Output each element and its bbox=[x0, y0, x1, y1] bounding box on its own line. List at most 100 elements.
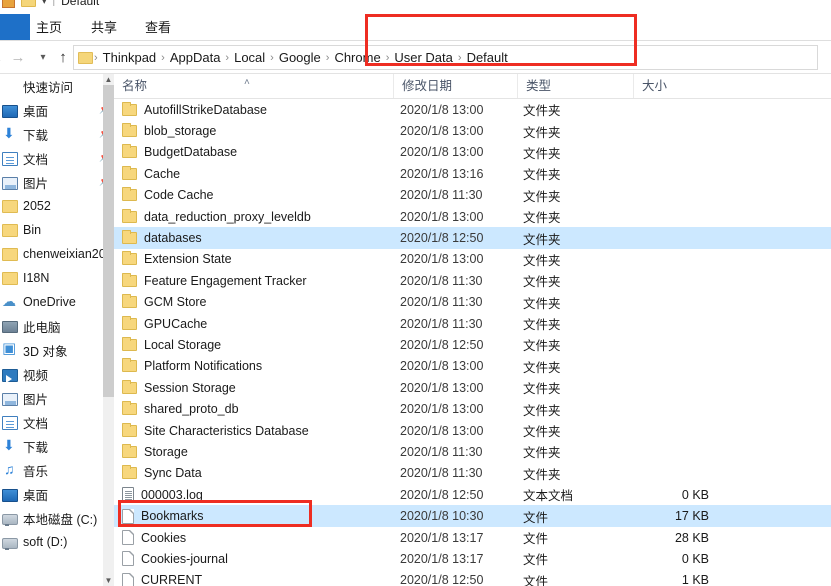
file-name-label: GCM Store bbox=[144, 295, 207, 310]
sidebar-item-8[interactable]: I18N bbox=[0, 266, 113, 290]
tab-file[interactable] bbox=[0, 14, 30, 40]
table-row[interactable]: Sync Data 2020/1/8 11:30 文件夹 bbox=[114, 463, 831, 484]
sidebar-item-10[interactable]: 此电脑 bbox=[0, 314, 113, 338]
table-row[interactable]: Feature Engagement Tracker 2020/1/8 11:30… bbox=[114, 270, 831, 291]
sidebar-scroll-thumb[interactable] bbox=[103, 85, 114, 397]
column-header-size[interactable]: 大小 bbox=[633, 74, 713, 98]
cell-type: 文件夹 bbox=[523, 318, 561, 333]
file-rows[interactable]: AutofillStrikeDatabase 2020/1/8 13:00 文件夹 b… bbox=[114, 99, 831, 586]
tab-home[interactable]: 主页 bbox=[30, 18, 68, 38]
folder-icon bbox=[2, 248, 18, 261]
table-row[interactable]: Extension State 2020/1/8 13:00 文件夹 bbox=[114, 249, 831, 270]
sidebar-scrollbar[interactable]: ▲ ▼ bbox=[103, 74, 114, 586]
scroll-up-icon[interactable]: ▲ bbox=[103, 74, 114, 85]
download-icon bbox=[2, 437, 18, 454]
file-name-label: BudgetDatabase bbox=[144, 145, 238, 160]
table-row[interactable]: GCM Store 2020/1/8 11:30 文件夹 bbox=[114, 292, 831, 313]
file-icon bbox=[122, 530, 134, 545]
forward-button-icon[interactable]: → bbox=[8, 48, 28, 68]
table-row[interactable]: blob_storage 2020/1/8 13:00 文件夹 bbox=[114, 120, 831, 141]
sidebar-item-12[interactable]: 视频 bbox=[0, 362, 113, 386]
breadcrumb-item-thinkpad[interactable]: Thinkpad bbox=[99, 47, 160, 69]
chevron-down-icon[interactable]: ▾ bbox=[42, 0, 47, 6]
sidebar-item-3[interactable]: 文档📌 bbox=[0, 146, 113, 170]
folder-icon bbox=[122, 230, 137, 245]
navigation-bar: ← → ▾ ↑ › Thinkpad › AppData › Local › G… bbox=[0, 41, 831, 74]
cell-date: 2020/1/8 13:00 bbox=[400, 209, 484, 224]
sidebar-item-13[interactable]: 图片 bbox=[0, 386, 113, 410]
cell-date: 2020/1/8 12:50 bbox=[400, 487, 484, 502]
column-header-name[interactable]: 名称 ˄ bbox=[114, 74, 393, 98]
sidebar-item-1[interactable]: 桌面📌 bbox=[0, 98, 113, 122]
cell-date: 2020/1/8 11:30 bbox=[400, 295, 483, 310]
sidebar-item-label: 图片 bbox=[23, 392, 49, 407]
table-row[interactable]: 000003.log 2020/1/8 12:50 文本文档 0 KB bbox=[114, 484, 831, 505]
table-row[interactable]: BudgetDatabase 2020/1/8 13:00 文件夹 bbox=[114, 142, 831, 163]
sidebar-item-0[interactable]: 快速访问 bbox=[0, 74, 113, 98]
sidebar-item-5[interactable]: 2052 bbox=[0, 194, 113, 218]
table-row[interactable]: Cache 2020/1/8 13:16 文件夹 bbox=[114, 163, 831, 184]
sidebar-item-4[interactable]: 图片📌 bbox=[0, 170, 113, 194]
sidebar-item-11[interactable]: 3D 对象 bbox=[0, 338, 113, 362]
cell-name: GPUCache bbox=[122, 315, 207, 331]
table-row[interactable]: Session Storage 2020/1/8 13:00 文件夹 bbox=[114, 377, 831, 398]
breadcrumb-item-user-data[interactable]: User Data bbox=[390, 47, 457, 69]
download-icon bbox=[2, 125, 18, 142]
table-row[interactable]: Cookies-journal 2020/1/8 13:17 文件 0 KB bbox=[114, 548, 831, 569]
table-row[interactable]: Site Characteristics Database 2020/1/8 13… bbox=[114, 420, 831, 441]
sidebar-item-2[interactable]: 下载📌 bbox=[0, 122, 113, 146]
folder-icon bbox=[122, 422, 137, 437]
breadcrumb-item-chrome[interactable]: Chrome bbox=[330, 47, 384, 69]
sidebar-item-label: 下载 bbox=[23, 128, 49, 143]
table-row[interactable]: shared_proto_db 2020/1/8 13:00 文件夹 bbox=[114, 398, 831, 419]
table-row[interactable]: Storage 2020/1/8 11:30 文件夹 bbox=[114, 441, 831, 462]
table-row[interactable]: CURRENT 2020/1/8 12:50 文件 1 KB bbox=[114, 570, 831, 586]
sidebar-item-19[interactable]: soft (D:) bbox=[0, 530, 113, 554]
table-row[interactable]: Platform Notifications 2020/1/8 13:00 文件夹 bbox=[114, 356, 831, 377]
breadcrumb-item-appdata[interactable]: AppData bbox=[166, 47, 225, 69]
sidebar-item-17[interactable]: 桌面 bbox=[0, 482, 113, 506]
folder-icon bbox=[2, 272, 18, 285]
back-button-icon[interactable]: ← bbox=[0, 48, 6, 68]
column-header-date[interactable]: 修改日期 bbox=[393, 74, 517, 98]
sidebar-item-9[interactable]: OneDrive bbox=[0, 290, 113, 314]
cell-name: Storage bbox=[122, 443, 188, 459]
breadcrumb-item-default[interactable]: Default bbox=[463, 47, 512, 69]
table-row[interactable]: Bookmarks 2020/1/8 10:30 文件 17 KB bbox=[114, 505, 831, 527]
table-row[interactable]: GPUCache 2020/1/8 11:30 文件夹 bbox=[114, 313, 831, 334]
sidebar-item-label: OneDrive bbox=[23, 295, 76, 309]
file-icon bbox=[122, 572, 134, 586]
sidebar-item-label: soft (D:) bbox=[23, 535, 68, 549]
sidebar-item-16[interactable]: 音乐 bbox=[0, 458, 113, 482]
table-row[interactable]: databases 2020/1/8 12:50 文件夹 bbox=[114, 227, 831, 249]
table-row[interactable]: Cookies 2020/1/8 13:17 文件 28 KB bbox=[114, 527, 831, 548]
sidebar-item-18[interactable]: 本地磁盘 (C:) bbox=[0, 506, 113, 530]
desktop-icon bbox=[2, 488, 18, 502]
table-row[interactable]: data_reduction_proxy_leveldb 2020/1/8 13:… bbox=[114, 206, 831, 227]
tab-share[interactable]: 共享 bbox=[85, 18, 123, 38]
sidebar-item-7[interactable]: chenweixian201 bbox=[0, 242, 113, 266]
up-button-icon[interactable]: ↑ bbox=[53, 48, 73, 68]
cell-date: 2020/1/8 11:30 bbox=[400, 188, 483, 203]
table-row[interactable]: Code Cache 2020/1/8 11:30 文件夹 bbox=[114, 185, 831, 206]
sidebar-item-label: 桌面 bbox=[23, 104, 49, 119]
sidebar-item-14[interactable]: 文档 bbox=[0, 410, 113, 434]
breadcrumb-item-google[interactable]: Google bbox=[275, 47, 325, 69]
breadcrumb-item-local[interactable]: Local bbox=[230, 47, 269, 69]
navigation-sidebar[interactable]: 快速访问桌面📌下载📌文档📌图片📌 2052 Bin chenweixian201 I18… bbox=[0, 74, 113, 586]
column-header-type[interactable]: 类型 bbox=[517, 74, 633, 98]
table-row[interactable]: Local Storage 2020/1/8 12:50 文件夹 bbox=[114, 334, 831, 355]
sidebar-item-15[interactable]: 下载 bbox=[0, 434, 113, 458]
cell-type: 文件 bbox=[523, 574, 549, 586]
sidebar-item-label: 快速访问 bbox=[23, 80, 74, 95]
cell-type: 文件夹 bbox=[523, 425, 561, 440]
sidebar-item-6[interactable]: Bin bbox=[0, 218, 113, 242]
sidebar-item-label: 文档 bbox=[23, 152, 49, 167]
recent-locations-chevron-icon[interactable]: ▾ bbox=[33, 48, 53, 68]
table-row[interactable]: AutofillStrikeDatabase 2020/1/8 13:00 文件夹 bbox=[114, 99, 831, 120]
column-header-name-label: 名称 bbox=[122, 79, 148, 93]
title-bar: ▾ | Default bbox=[0, 0, 831, 14]
address-bar[interactable]: › Thinkpad › AppData › Local › Google › … bbox=[73, 45, 818, 70]
scroll-down-icon[interactable]: ▼ bbox=[103, 575, 114, 586]
tab-view[interactable]: 查看 bbox=[139, 18, 177, 38]
